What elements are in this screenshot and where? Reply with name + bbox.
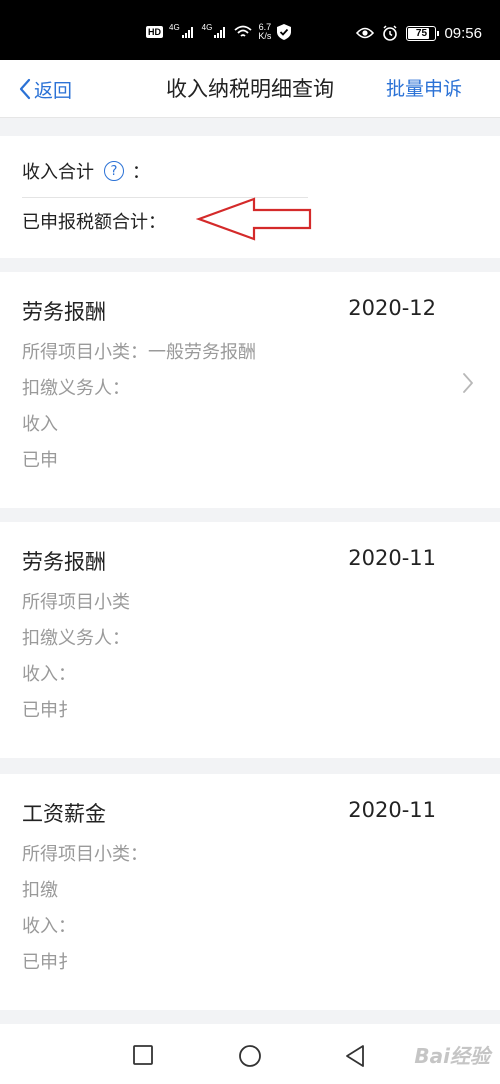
status-left-icons: HD 4G 4G 6.7 K/s — [146, 20, 292, 44]
card-withholder: 扣缴 — [22, 880, 58, 901]
card-income: 收入 — [22, 414, 58, 435]
network-type-2: 4G — [201, 22, 213, 32]
battery-level: 75 — [415, 27, 428, 39]
eye-icon — [356, 27, 375, 39]
card-date: 2020-11 — [348, 546, 436, 570]
card-date: 2020-12 — [348, 296, 436, 320]
income-total-row: 收入合计 ? ： — [22, 158, 150, 184]
card-subcategory: 所得项目小类 — [22, 592, 130, 613]
card-date: 2020-11 — [348, 798, 436, 822]
nav-bar: 返回 收入纳税明细查询 批量申诉 — [0, 60, 500, 118]
clock: 09:56 — [444, 24, 482, 42]
card-title: 劳务报酬 — [22, 300, 106, 324]
recents-square-icon[interactable] — [132, 1044, 154, 1066]
network-speed: 6.7 K/s — [258, 23, 271, 41]
shield-check-icon — [277, 24, 292, 40]
hd-badge: HD — [146, 26, 163, 38]
record-card-3[interactable]: 工资薪金 2020-11 所得项目小类： 扣缴 收入： 已申扌 — [0, 774, 500, 1010]
card-withholder: 扣缴义务人： — [22, 378, 130, 399]
batch-appeal-button[interactable]: 批量申诉 — [386, 74, 462, 104]
card-subcategory: 所得项目小类： — [22, 844, 148, 865]
card-declared-tax: 已申扌 — [22, 952, 76, 973]
alarm-icon — [383, 25, 398, 41]
card-declared-tax: 已申扌 — [22, 700, 76, 721]
back-triangle-icon[interactable] — [344, 1044, 366, 1068]
home-circle-icon[interactable] — [238, 1044, 262, 1068]
income-total-colon: ： — [132, 162, 150, 183]
wifi-icon — [234, 25, 252, 37]
battery-icon: 75 — [406, 25, 440, 41]
tax-total-label: 已申报税额合计： — [22, 212, 166, 233]
annotation-arrow-icon — [196, 197, 312, 241]
record-card-1[interactable]: 劳务报酬 2020-12 所得项目小类：一般劳务报酬 扣缴义务人： 收入 已申 — [0, 272, 500, 508]
card-income: 收入： — [22, 664, 76, 685]
income-total-label: 收入合计 — [22, 162, 94, 183]
signal-icon-2 — [214, 27, 226, 38]
card-income: 收入： — [22, 916, 76, 937]
card-title: 劳务报酬 — [22, 550, 106, 574]
speed-unit: K/s — [258, 31, 272, 41]
card-declared-tax: 已申 — [22, 450, 58, 471]
tax-total-row: 已申报税额合计： — [22, 208, 166, 234]
status-bar: HD 4G 4G 6.7 K/s 75 09:56 — [0, 0, 500, 60]
chevron-right-icon — [463, 373, 473, 393]
record-card-2[interactable]: 劳务报酬 2020-11 所得项目小类 扣缴义务人： 收入： 已申扌 — [0, 522, 500, 758]
watermark-logo: Bai经验 — [414, 1044, 490, 1068]
card-subcategory: 所得项目小类：一般劳务报酬 — [22, 342, 256, 363]
help-icon[interactable]: ? — [104, 161, 124, 181]
card-withholder: 扣缴义务人： — [22, 628, 130, 649]
status-right-icons: 75 09:56 — [356, 22, 482, 44]
signal-icon — [181, 27, 193, 38]
network-type-1: 4G — [169, 22, 180, 32]
card-title: 工资薪金 — [22, 802, 106, 826]
